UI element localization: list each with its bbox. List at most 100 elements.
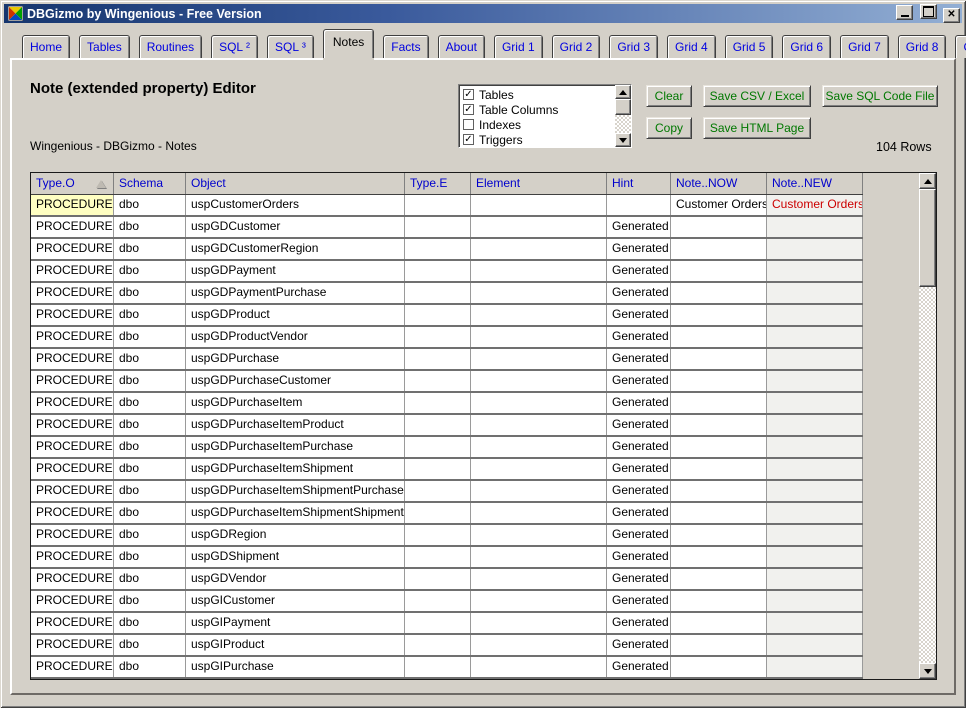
cell-note-now[interactable] (671, 261, 767, 281)
copy-button[interactable]: Copy (646, 117, 692, 139)
column-header-element[interactable]: Element (471, 173, 607, 194)
tab-grid-3[interactable]: Grid 3 (609, 35, 658, 58)
cell-note-now[interactable] (671, 283, 767, 303)
cell-schema[interactable]: dbo (114, 283, 186, 303)
cell-note-new[interactable]: Customer Orders (767, 195, 863, 215)
cell-type-e[interactable] (405, 217, 471, 237)
cell-type-o[interactable]: PROCEDURE (31, 547, 114, 567)
cell-type-e[interactable] (405, 459, 471, 479)
cell-type-o[interactable]: PROCEDURE (31, 349, 114, 369)
cell-type-o[interactable]: PROCEDURE (31, 261, 114, 281)
cell-note-now[interactable] (671, 481, 767, 501)
filter-list-scrollbar[interactable] (615, 85, 631, 147)
cell-object[interactable]: uspGIPurchase (186, 657, 405, 677)
cell-object[interactable]: uspGDPayment (186, 261, 405, 281)
cell-object[interactable]: uspGDPurchaseItemShipmentShipment (186, 503, 405, 523)
cell-element[interactable] (471, 437, 607, 457)
cell-note-new[interactable] (767, 591, 863, 611)
cell-note-now[interactable] (671, 393, 767, 413)
cell-schema[interactable]: dbo (114, 393, 186, 413)
cell-element[interactable] (471, 195, 607, 215)
cell-object[interactable]: uspGDShipment (186, 547, 405, 567)
tab-notes[interactable]: Notes (323, 29, 374, 58)
cell-object[interactable]: uspGDCustomer (186, 217, 405, 237)
cell-schema[interactable]: dbo (114, 415, 186, 435)
cell-type-o[interactable]: PROCEDURE (31, 283, 114, 303)
cell-note-new[interactable] (767, 635, 863, 655)
cell-object[interactable]: uspGICustomer (186, 591, 405, 611)
cell-type-o[interactable]: PROCEDURE (31, 217, 114, 237)
cell-type-o[interactable]: PROCEDURE (31, 393, 114, 413)
cell-schema[interactable]: dbo (114, 437, 186, 457)
cell-schema[interactable]: dbo (114, 481, 186, 501)
cell-note-new[interactable] (767, 437, 863, 457)
cell-schema[interactable]: dbo (114, 327, 186, 347)
cell-object[interactable]: uspGDVendor (186, 569, 405, 589)
cell-note-now[interactable] (671, 437, 767, 457)
cell-element[interactable] (471, 327, 607, 347)
cell-object[interactable]: uspGDPurchase (186, 349, 405, 369)
cell-note-new[interactable] (767, 657, 863, 677)
cell-object[interactable]: uspGDPurchaseItemShipment (186, 459, 405, 479)
cell-object[interactable]: uspGDPurchaseItemPurchase (186, 437, 405, 457)
tab-about[interactable]: About (438, 35, 485, 58)
cell-hint[interactable]: Generated (607, 613, 671, 633)
cell-type-e[interactable] (405, 371, 471, 391)
cell-object[interactable]: uspGDPurchaseCustomer (186, 371, 405, 391)
column-header-object[interactable]: Object (186, 173, 405, 194)
cell-element[interactable] (471, 305, 607, 325)
scrollbar-thumb[interactable] (615, 99, 631, 115)
cell-schema[interactable]: dbo (114, 569, 186, 589)
column-header-note-now[interactable]: Note..NOW (671, 173, 767, 194)
cell-object[interactable]: uspGIPayment (186, 613, 405, 633)
cell-element[interactable] (471, 503, 607, 523)
cell-schema[interactable]: dbo (114, 349, 186, 369)
filter-item-table-columns[interactable]: ✓Table Columns (459, 102, 615, 117)
cell-type-e[interactable] (405, 591, 471, 611)
cell-note-now[interactable] (671, 503, 767, 523)
cell-note-new[interactable] (767, 283, 863, 303)
tab-grid-6[interactable]: Grid 6 (782, 35, 831, 58)
cell-element[interactable] (471, 239, 607, 259)
cell-type-e[interactable] (405, 547, 471, 567)
cell-type-e[interactable] (405, 195, 471, 215)
cell-type-o[interactable]: PROCEDURE (31, 327, 114, 347)
cell-type-e[interactable] (405, 437, 471, 457)
cell-type-e[interactable] (405, 239, 471, 259)
cell-note-new[interactable] (767, 305, 863, 325)
filter-item-tables[interactable]: ✓Tables (459, 87, 615, 102)
cell-type-e[interactable] (405, 481, 471, 501)
cell-note-new[interactable] (767, 217, 863, 237)
cell-type-o[interactable]: PROCEDURE (31, 415, 114, 435)
column-header-hint[interactable]: Hint (607, 173, 671, 194)
tab-facts[interactable]: Facts (383, 35, 428, 58)
cell-note-new[interactable] (767, 415, 863, 435)
cell-element[interactable] (471, 459, 607, 479)
tab-sql[interactable]: SQL ³ (267, 35, 314, 58)
cell-note-new[interactable] (767, 327, 863, 347)
checkbox-checked-icon[interactable]: ✓ (463, 89, 474, 100)
cell-note-now[interactable]: Customer Orders (671, 195, 767, 215)
cell-type-e[interactable] (405, 393, 471, 413)
cell-note-now[interactable] (671, 239, 767, 259)
cell-element[interactable] (471, 393, 607, 413)
tab-grid-8[interactable]: Grid 8 (898, 35, 947, 58)
cell-note-new[interactable] (767, 525, 863, 545)
cell-note-now[interactable] (671, 635, 767, 655)
cell-hint[interactable]: Generated (607, 217, 671, 237)
cell-note-new[interactable] (767, 371, 863, 391)
cell-note-new[interactable] (767, 569, 863, 589)
cell-element[interactable] (471, 261, 607, 281)
cell-type-e[interactable] (405, 327, 471, 347)
tab-tables[interactable]: Tables (79, 35, 130, 58)
cell-hint[interactable]: Generated (607, 349, 671, 369)
cell-element[interactable] (471, 657, 607, 677)
cell-hint[interactable]: Generated (607, 569, 671, 589)
save-html-page-button[interactable]: Save HTML Page (703, 117, 811, 139)
cell-hint[interactable]: Generated (607, 327, 671, 347)
cell-note-now[interactable] (671, 569, 767, 589)
cell-schema[interactable]: dbo (114, 195, 186, 215)
scroll-up-button[interactable] (615, 85, 631, 99)
column-header-type-o[interactable]: Type.O (31, 173, 114, 194)
save-csv-excel-button[interactable]: Save CSV / Excel (703, 85, 811, 107)
